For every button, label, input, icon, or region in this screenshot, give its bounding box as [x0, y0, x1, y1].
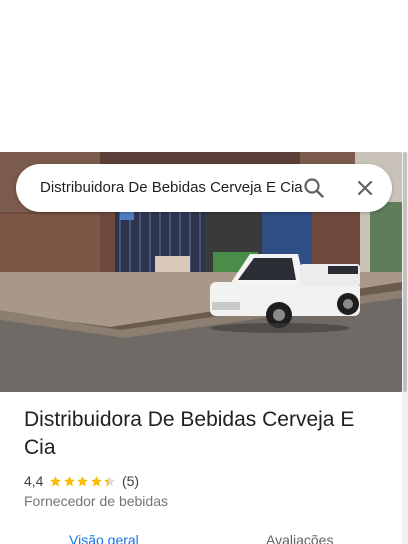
- star-icon: [104, 475, 116, 486]
- tab-reviews[interactable]: Avaliações: [266, 532, 333, 544]
- place-title: Distribuidora De Bebidas Cerveja E Cia: [24, 408, 355, 459]
- search-box[interactable]: [16, 164, 392, 212]
- scrollbar-thumb[interactable]: [403, 152, 407, 392]
- search-input[interactable]: [40, 164, 304, 212]
- close-icon[interactable]: [353, 176, 377, 200]
- star-rating: [49, 475, 117, 488]
- star-icon: [77, 475, 89, 486]
- star-icon: [50, 475, 62, 486]
- tab-overview[interactable]: Visão geral: [69, 532, 139, 544]
- map-blank-area: [0, 0, 408, 152]
- star-icon: [91, 475, 102, 486]
- star-icon: [64, 475, 75, 486]
- rating-row[interactable]: 4,4 (5): [24, 472, 139, 490]
- rating-value: 4,4: [24, 473, 44, 489]
- review-count[interactable]: (5): [122, 473, 139, 489]
- search-icon[interactable]: [302, 176, 326, 200]
- place-category[interactable]: Fornecedor de bebidas: [24, 493, 168, 509]
